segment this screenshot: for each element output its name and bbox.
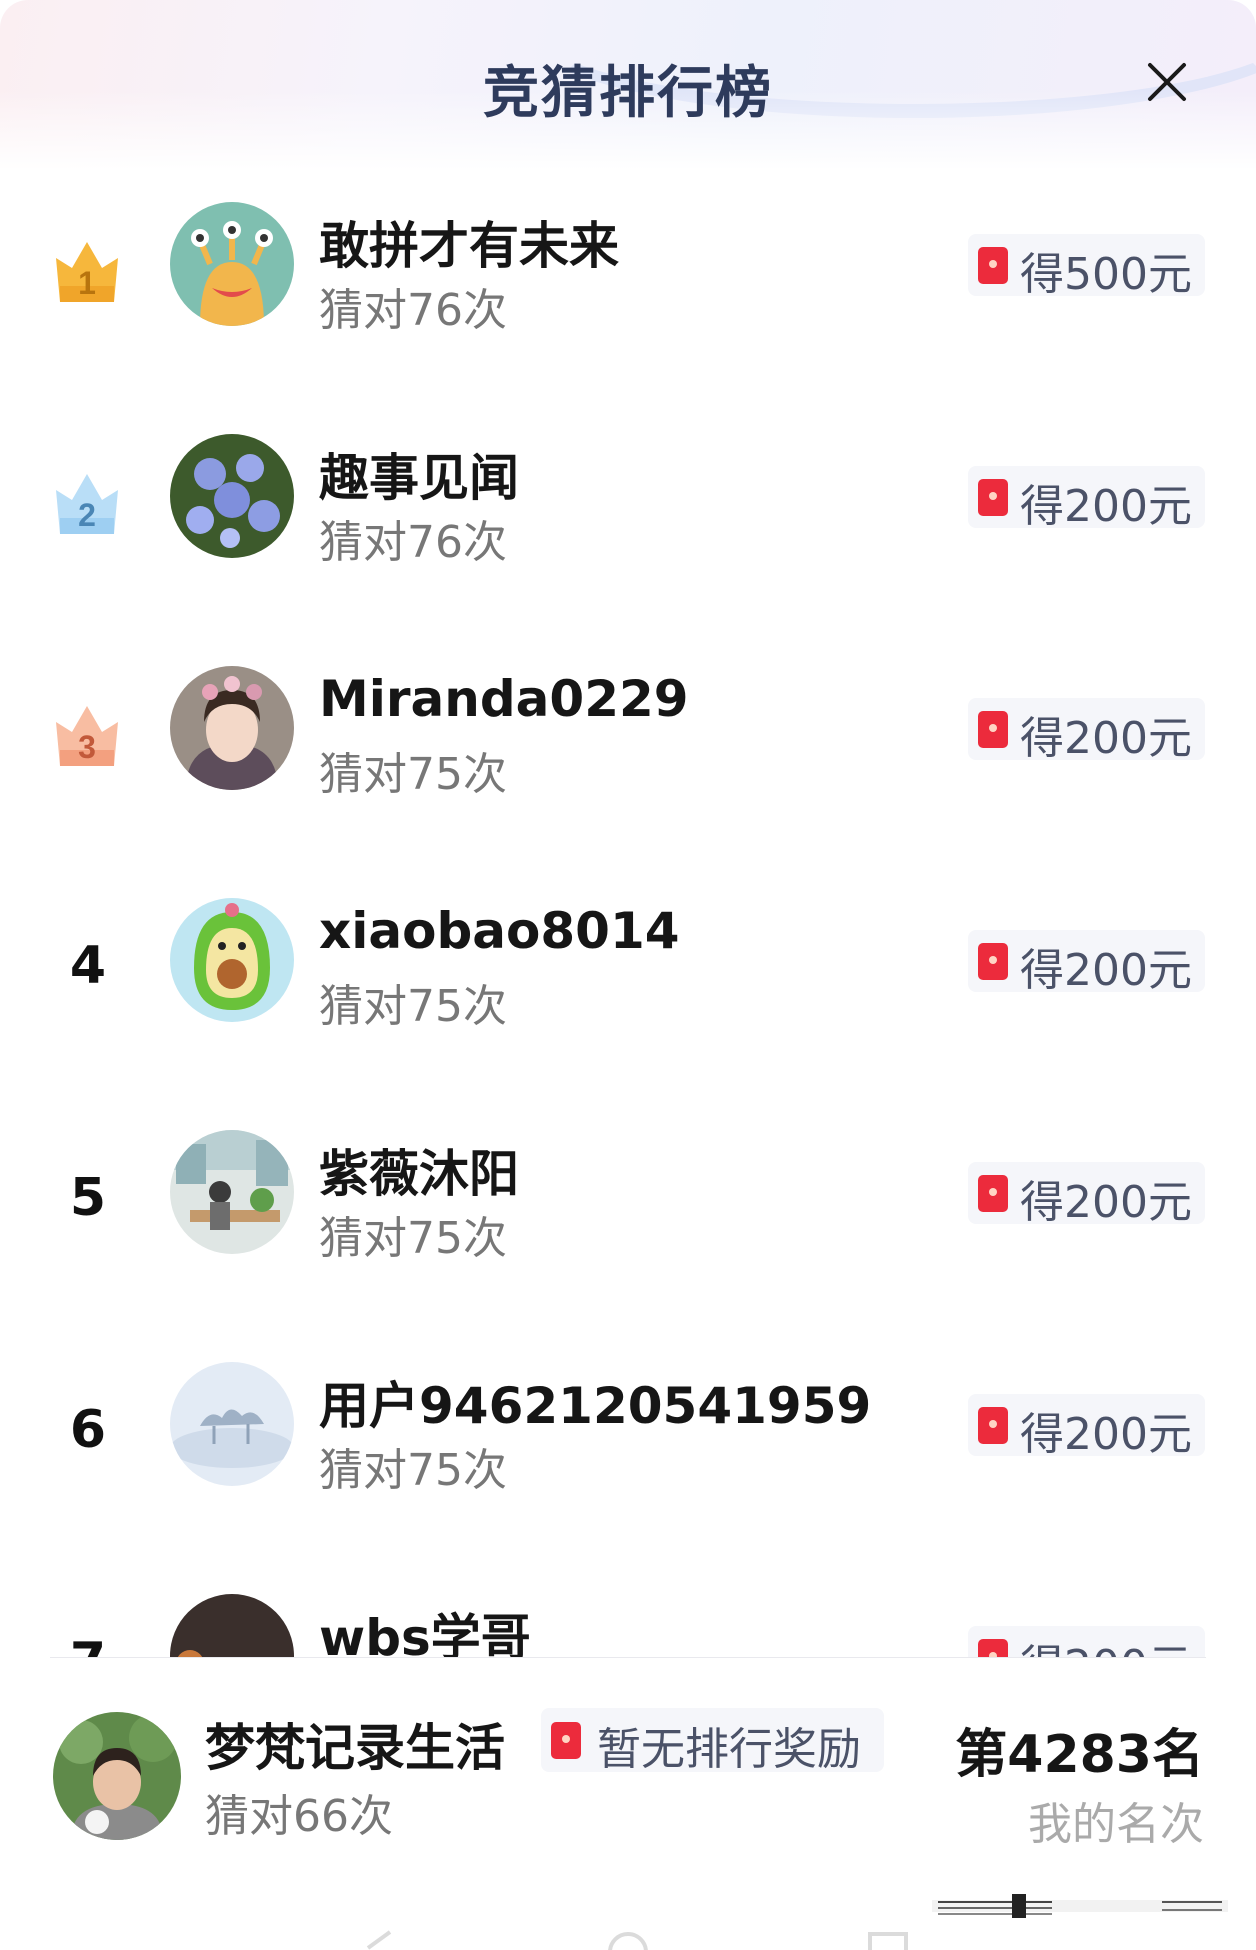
user-name: Miranda0229 xyxy=(319,670,689,728)
close-icon xyxy=(1148,63,1186,101)
leaderboard-row[interactable]: 3 Miranda0229 猜对75次 得200元 xyxy=(0,634,1256,866)
leaderboard-row[interactable]: 1 敢拼才有未来 猜对76次 得500元 xyxy=(0,170,1256,402)
avatar[interactable] xyxy=(170,434,294,558)
reward-text: 得200元 xyxy=(1020,1177,1192,1228)
recents-nav-icon[interactable] xyxy=(858,1930,918,1950)
leaderboard-row[interactable]: 7 wbs学哥 得200元 xyxy=(0,1562,1256,1658)
correct-count: 猜对75次 xyxy=(319,1445,507,1496)
red-envelope-icon xyxy=(978,943,1008,980)
reward-text: 得200元 xyxy=(1020,1409,1192,1460)
gold-crown-icon: 1 xyxy=(56,242,118,302)
correct-count: 猜对76次 xyxy=(319,285,507,336)
silver-crown-icon: 2 xyxy=(56,474,118,534)
red-envelope-icon xyxy=(978,479,1008,516)
rank-number: 3 xyxy=(78,729,96,765)
red-envelope-icon xyxy=(978,247,1008,284)
reward-text: 得200元 xyxy=(1020,713,1192,764)
my-rank: 第4283名 xyxy=(955,1725,1204,1785)
reward-badge[interactable]: 得200元 xyxy=(968,1394,1205,1460)
avatar[interactable] xyxy=(170,1362,294,1486)
close-button[interactable] xyxy=(1142,57,1192,107)
leaderboard-row[interactable]: 6 用户9462120541959 猜对75次 得200元 xyxy=(0,1330,1256,1562)
rank-number: 6 xyxy=(69,1400,107,1460)
reward-badge[interactable]: 得200元 xyxy=(968,466,1205,532)
red-envelope-icon xyxy=(551,1722,581,1759)
reward-badge[interactable]: 得200元 xyxy=(968,698,1205,764)
back-nav-icon[interactable] xyxy=(350,1930,410,1950)
reward-text: 得200元 xyxy=(1020,481,1192,532)
rank-number: 2 xyxy=(78,497,96,533)
leaderboard-row[interactable]: 2 趣事见闻 猜对76次 得200元 xyxy=(0,402,1256,634)
rank-number: 1 xyxy=(78,265,96,301)
red-envelope-icon xyxy=(978,1639,1008,1658)
user-name: 趣事见闻 xyxy=(319,449,519,507)
my-rank-label: 我的名次 xyxy=(1028,1799,1204,1850)
my-name: 梦梵记录生活 xyxy=(205,1719,505,1777)
reward-badge[interactable]: 得200元 xyxy=(968,930,1205,996)
my-correct-count: 猜对66次 xyxy=(205,1791,393,1842)
rank-number: 7 xyxy=(52,1632,124,1658)
leaderboard-row[interactable]: 5 紫薇沐阳 猜对75次 得200元 xyxy=(0,1098,1256,1330)
reward-status-badge: 暂无排行奖励 xyxy=(541,1708,884,1775)
red-envelope-icon xyxy=(978,1175,1008,1212)
user-name: xiaobao8014 xyxy=(319,902,680,960)
avatar[interactable] xyxy=(170,1594,294,1658)
home-nav-icon[interactable] xyxy=(598,1930,658,1950)
user-name: 紫薇沐阳 xyxy=(319,1145,519,1203)
scroll-indicator-icon xyxy=(932,1894,1228,1918)
rank-number: 5 xyxy=(69,1168,107,1228)
user-name: wbs学哥 xyxy=(319,1609,531,1658)
my-rank-panel: 梦梵记录生活 猜对66次 暂无排行奖励 第4283名 我的名次 xyxy=(0,1658,1256,1858)
user-name: 敢拼才有未来 xyxy=(319,217,619,275)
reward-status-text: 暂无排行奖励 xyxy=(597,1724,861,1775)
reward-text: 得200元 xyxy=(1020,945,1192,996)
avatar[interactable] xyxy=(170,666,294,790)
bronze-crown-icon: 3 xyxy=(56,706,118,766)
user-name: 用户9462120541959 xyxy=(319,1377,872,1435)
reward-text: 得200元 xyxy=(1020,1630,1192,1658)
correct-count: 猜对75次 xyxy=(319,981,507,1032)
leaderboard-row[interactable]: 4 xiaobao8014 猜对75次 得200元 xyxy=(0,866,1256,1098)
reward-badge[interactable]: 得200元 xyxy=(968,1626,1205,1658)
correct-count: 猜对76次 xyxy=(319,517,507,568)
my-avatar[interactable] xyxy=(53,1712,181,1840)
reward-text: 得500元 xyxy=(1020,249,1192,300)
correct-count: 猜对75次 xyxy=(319,749,507,800)
reward-badge[interactable]: 得500元 xyxy=(968,234,1205,300)
rank-number: 4 xyxy=(69,936,107,996)
avatar[interactable] xyxy=(170,202,294,326)
leaderboard-list[interactable]: 1 敢拼才有未来 猜对76次 得500元 2 趣事见闻 猜对76次 得200元 … xyxy=(0,0,1256,1658)
bottom-bar xyxy=(0,1858,1256,1950)
correct-count: 猜对75次 xyxy=(319,1213,507,1264)
red-envelope-icon xyxy=(978,1407,1008,1444)
reward-badge[interactable]: 得200元 xyxy=(968,1162,1205,1228)
avatar[interactable] xyxy=(170,898,294,1022)
red-envelope-icon xyxy=(978,711,1008,748)
page-title: 竞猜排行榜 xyxy=(483,61,773,126)
avatar[interactable] xyxy=(170,1130,294,1254)
